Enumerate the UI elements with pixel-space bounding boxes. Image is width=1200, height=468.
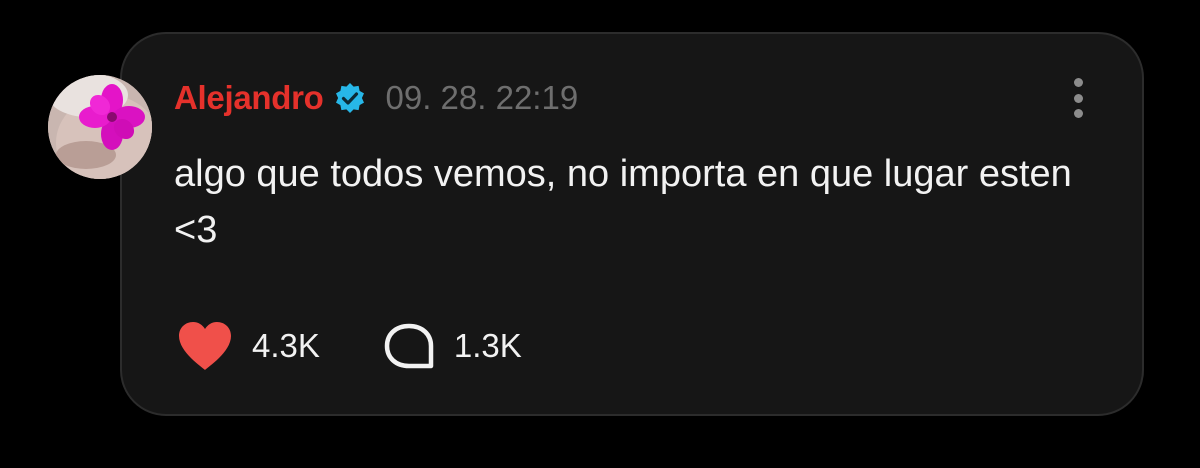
comment-bubble-icon xyxy=(384,323,434,369)
like-button[interactable]: 4.3K xyxy=(176,320,320,372)
more-vertical-icon xyxy=(1073,78,1083,87)
comment-count: 1.3K xyxy=(453,327,522,364)
heart-icon xyxy=(179,322,231,370)
avatar[interactable] xyxy=(48,75,152,179)
author-name[interactable]: Alejandro xyxy=(174,79,324,117)
more-vertical-icon-dot xyxy=(1073,93,1083,103)
verified-badge-icon xyxy=(334,82,366,114)
like-count: 4.3K xyxy=(252,327,320,364)
avatar-image xyxy=(48,75,152,179)
comment-button[interactable]: 1.3K xyxy=(382,322,522,370)
more-vertical-icon-dot xyxy=(1073,109,1083,118)
timestamp: 09. 28. 22:19 xyxy=(385,79,579,116)
more-options-button[interactable] xyxy=(1066,78,1090,118)
post-actions: 4.3K 1.3K xyxy=(176,318,522,374)
post-text: algo que todos vemos, no importa en que … xyxy=(174,153,1072,251)
post-header: Alejandro 09. 28. 22:19 xyxy=(174,76,578,120)
